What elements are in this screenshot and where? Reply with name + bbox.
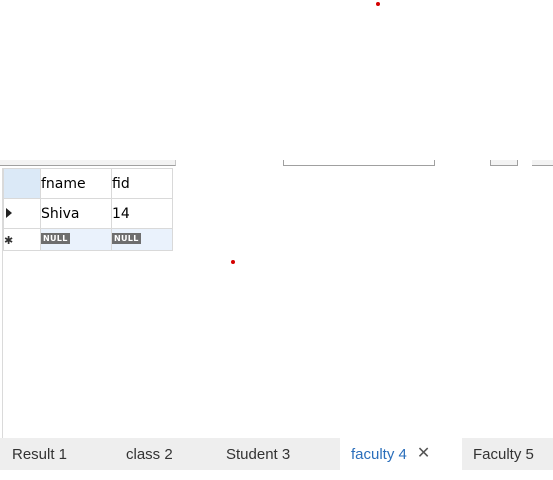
cursor-dot [376,2,380,6]
toolbar-input-edge[interactable] [283,160,435,166]
column-header-fname[interactable]: fname [40,168,112,199]
null-badge: NULL [41,233,70,244]
tab-label: class 2 [126,445,173,463]
select-all-corner[interactable] [3,168,41,199]
tab-result-1[interactable]: Result 1 [0,438,108,470]
result-grid: fname fid Shiva 14 ✱ NULL NULL [2,168,553,438]
toolbar-button-edge[interactable] [490,160,518,166]
tab-faculty-5[interactable]: Faculty 5 [462,438,545,470]
row-header[interactable] [3,198,41,229]
toolbar-segment [532,160,553,166]
close-icon[interactable]: ✕ [417,446,430,462]
tab-class-2[interactable]: class 2 [108,438,210,470]
header-row: fname fid [3,168,173,199]
new-row-header[interactable]: ✱ [3,228,41,251]
new-row-asterisk-icon: ✱ [4,233,14,247]
new-row[interactable]: ✱ NULL NULL [3,228,173,251]
table-row[interactable]: Shiva 14 [3,198,173,229]
tab-faculty-4[interactable]: faculty 4 ✕ [340,438,462,470]
cell-fid[interactable]: 14 [111,198,173,229]
tab-label: Student 3 [226,445,291,463]
tab-label: faculty 4 [351,445,407,463]
tab-label: Result 1 [12,445,68,463]
cell-fname[interactable]: Shiva [40,198,112,229]
column-header-fid[interactable]: fid [111,168,173,199]
result-tabbar: Result 1 class 2 Student 3 faculty 4 ✕ F… [0,438,553,470]
new-cell-fname[interactable]: NULL [40,228,112,251]
tab-label: Faculty 5 [473,445,534,463]
toolbar-edge [0,160,553,166]
current-row-arrow-icon [6,207,12,218]
new-cell-fid[interactable]: NULL [111,228,173,251]
tab-student-3[interactable]: Student 3 [210,438,340,470]
result-table: fname fid Shiva 14 ✱ NULL NULL [3,168,173,251]
null-badge: NULL [112,233,141,244]
cursor-dot [231,260,235,264]
toolbar-segment [0,160,176,166]
